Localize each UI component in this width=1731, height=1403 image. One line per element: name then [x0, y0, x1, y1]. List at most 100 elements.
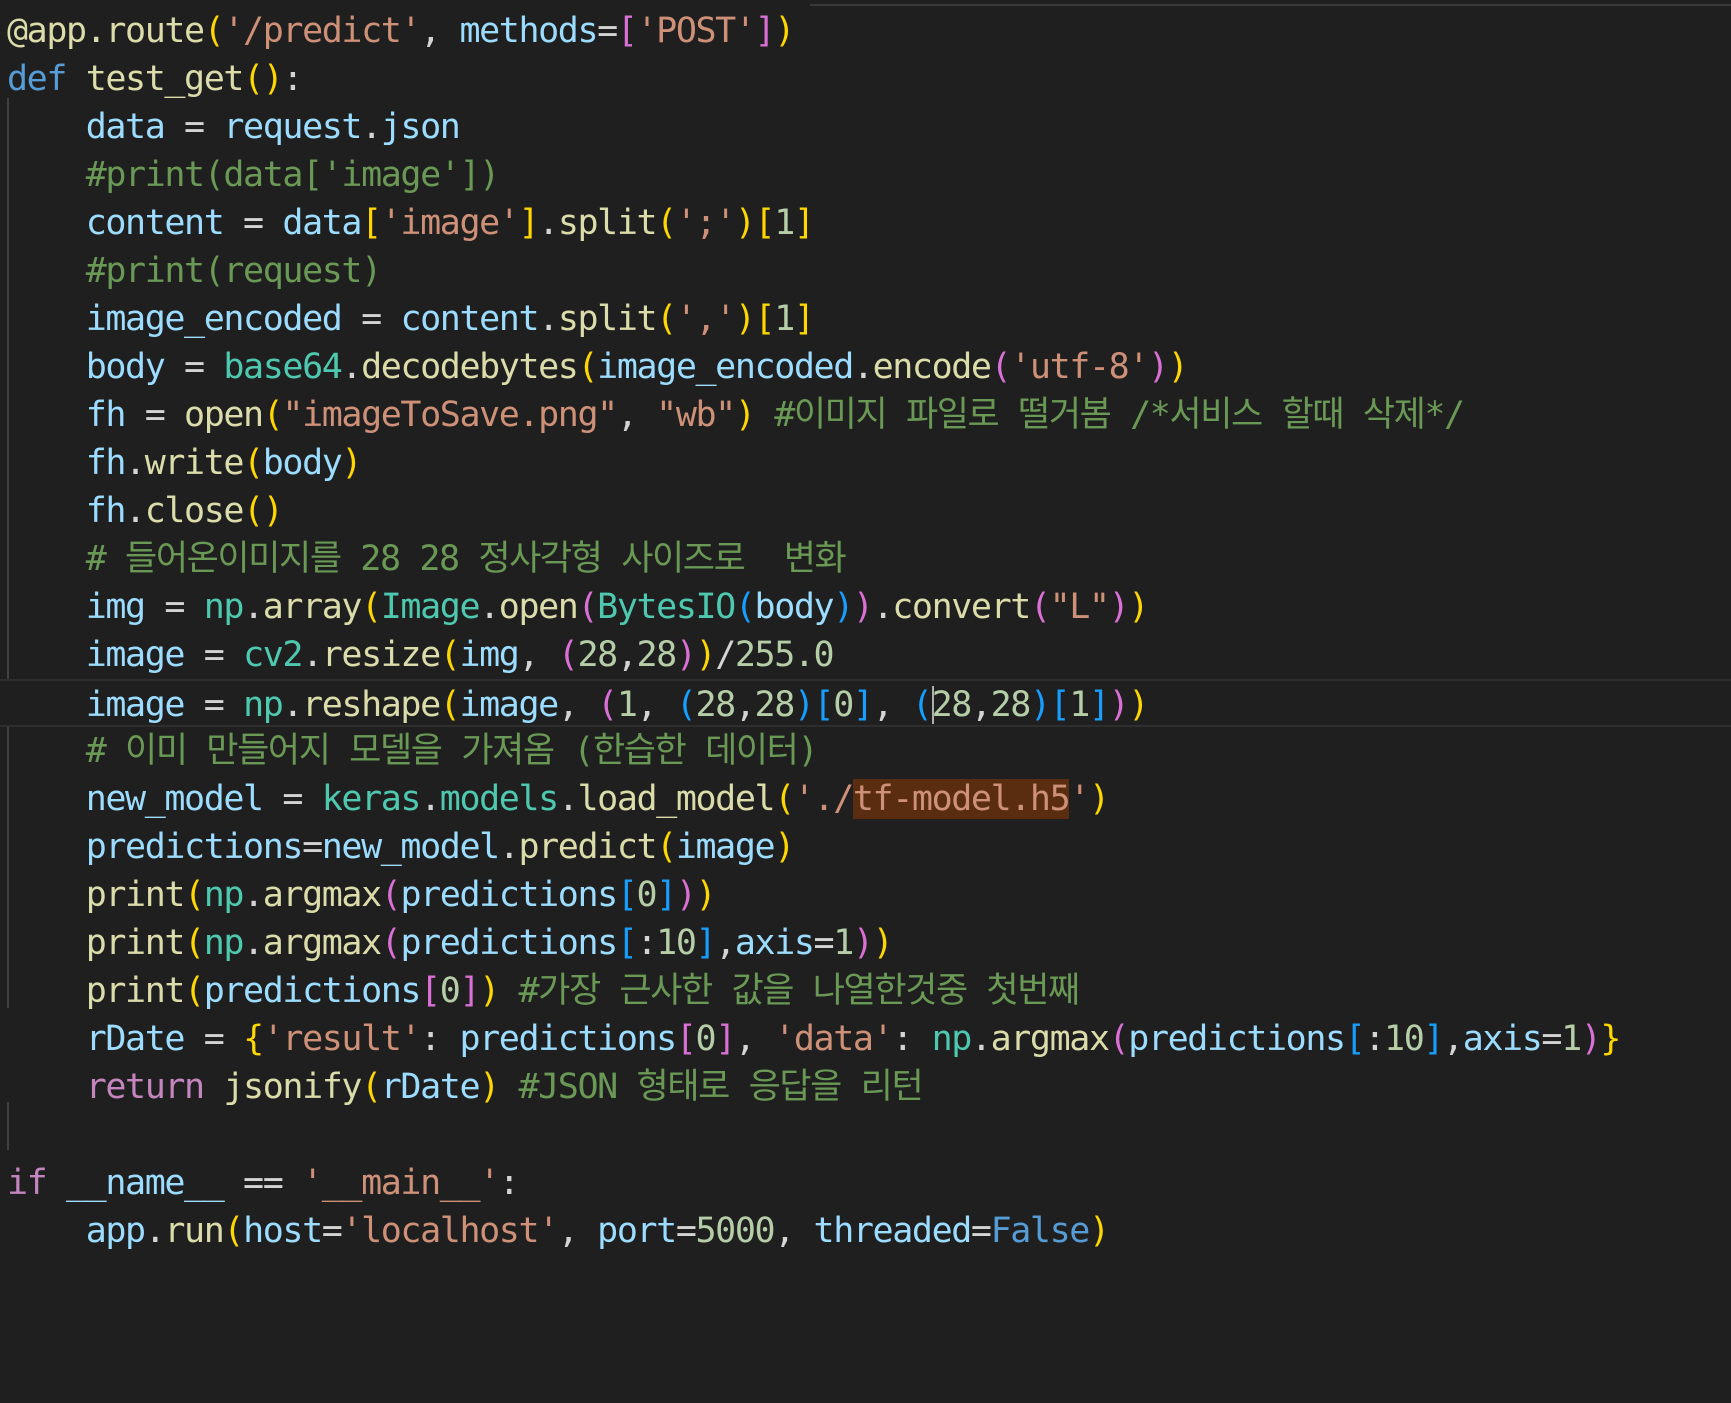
code-token: base64: [223, 347, 342, 387]
code-token: write: [144, 443, 245, 483]
code-token: ]: [793, 203, 815, 243]
code-token: (: [361, 1067, 382, 1107]
code-token: predict: [518, 827, 657, 867]
code-line[interactable]: predictions=new_model.predict(image): [0, 823, 1731, 871]
code-token: ',': [675, 299, 736, 339]
code-token: ]: [715, 1019, 736, 1059]
code-token: ): [793, 685, 815, 725]
code-token: [: [361, 203, 382, 243]
code-line[interactable]: image = np.reshape(image, (1, (28,28)[0]…: [0, 679, 1731, 727]
code-token: img: [85, 587, 146, 627]
code-token: '/predict': [223, 11, 421, 51]
code-line[interactable]: app.run(host='localhost', port=5000, thr…: [0, 1207, 1731, 1255]
code-token: #print(request): [85, 251, 382, 291]
code-token: (: [577, 587, 598, 627]
code-lines[interactable]: @app.route('/predict', methods=['POST'])…: [0, 7, 1731, 1255]
code-line[interactable]: img = np.array(Image.open(BytesIO(body))…: [0, 583, 1731, 631]
code-token: close: [144, 491, 245, 531]
code-token: 28: [695, 685, 737, 725]
code-line[interactable]: # 들어온이미지를 28 28 정사각형 사이즈로 변화: [0, 535, 1731, 583]
code-token: ,: [616, 635, 638, 675]
code-token: fh: [85, 395, 127, 435]
code-line[interactable]: fh = open("imageToSave.png", "wb") #이미지 …: [0, 391, 1731, 439]
code-line[interactable]: fh.close(): [0, 487, 1731, 535]
code-token: 10: [1384, 1019, 1425, 1059]
code-token: threaded: [813, 1211, 973, 1251]
code-token: fh: [85, 443, 127, 483]
code-token: #JSON 형태로 응답을 리턴: [498, 1067, 923, 1107]
code-token: json: [380, 107, 461, 147]
code-token: new_model: [85, 779, 264, 819]
code-token: (: [577, 347, 598, 387]
code-token: ): [774, 11, 795, 51]
code-token: (: [380, 875, 402, 915]
code-token: #print(data['image']): [85, 155, 501, 195]
code-token: [: [420, 971, 441, 1011]
code-token: =: [321, 1211, 343, 1251]
code-token: 1: [774, 203, 795, 243]
code-line[interactable]: #print(request): [0, 247, 1731, 295]
code-token: __name__: [66, 1163, 225, 1203]
code-token: app: [85, 1211, 146, 1251]
code-editor[interactable]: @app.route('/predict', methods=['POST'])…: [0, 0, 1731, 1403]
code-line[interactable]: fh.write(body): [0, 439, 1731, 487]
code-token: ): [1088, 779, 1110, 819]
code-line[interactable]: print(np.argmax(predictions[0])): [0, 871, 1731, 919]
code-line[interactable]: image_encoded = content.split(',')[1]: [0, 295, 1731, 343]
code-line[interactable]: def test_get():: [0, 55, 1731, 103]
code-token: image: [459, 685, 559, 725]
code-token: =: [262, 779, 322, 819]
code-token: =: [164, 347, 224, 387]
code-token: predictions: [1128, 1019, 1346, 1059]
code-line[interactable]: new_model = keras.models.load_model('./t…: [0, 775, 1731, 823]
code-token: port: [597, 1211, 677, 1251]
code-token: =: [184, 685, 244, 725]
code-line[interactable]: return jsonify(rDate) #JSON 형태로 응답을 리턴: [0, 1063, 1731, 1111]
code-line[interactable]: body = base64.decodebytes(image_encoded.…: [0, 343, 1731, 391]
code-token: argmax: [262, 875, 382, 915]
code-line[interactable]: data = request.json: [0, 103, 1731, 151]
code-token: axis: [1462, 1019, 1543, 1059]
code-token: =: [597, 11, 618, 51]
code-line[interactable]: #print(data['image']): [0, 151, 1731, 199]
code-token: (: [1029, 587, 1051, 627]
code-line[interactable]: rDate = {'result': predictions[0], 'data…: [0, 1015, 1731, 1063]
code-token: 1: [1561, 1019, 1582, 1059]
code-token: ,: [734, 685, 756, 725]
code-token: =: [341, 299, 401, 339]
code-token: (: [656, 827, 677, 867]
code-token: =: [302, 827, 323, 867]
code-token: =: [1541, 1019, 1562, 1059]
code-line[interactable]: print(predictions[0]) #가장 근사한 값을 나열한것중 첫…: [0, 967, 1731, 1015]
code-token: 'result': [262, 1019, 422, 1059]
code-token: decodebytes: [361, 347, 579, 387]
code-token: # 들어온이미지를 28 28 정사각형 사이즈로 변화: [85, 539, 847, 579]
code-token: load_model: [577, 779, 775, 819]
code-token: .: [538, 203, 559, 243]
code-line[interactable]: [0, 1111, 1731, 1159]
code-line[interactable]: content = data['image'].split(';')[1]: [0, 199, 1731, 247]
code-token: ,: [557, 685, 598, 725]
code-token: run: [164, 1211, 224, 1251]
code-token: ): [872, 923, 894, 963]
code-token: body: [754, 587, 835, 627]
code-token: image_encoded: [597, 347, 854, 387]
code-line[interactable]: print(np.argmax(predictions[:10],axis=1)…: [0, 919, 1731, 967]
code-token: jsonify: [223, 1067, 362, 1107]
code-token: '__main__': [302, 1163, 500, 1203]
code-token: 5000: [695, 1211, 776, 1251]
code-line[interactable]: image = cv2.resize(img, (28,28))/255.0: [0, 631, 1731, 679]
code-token: keras: [321, 779, 422, 819]
code-line[interactable]: if __name__ == '__main__':: [0, 1159, 1731, 1207]
code-token: ): [1088, 1211, 1110, 1251]
code-token: False: [990, 1211, 1091, 1251]
code-line[interactable]: # 이미 만들어지 모델을 가져옴 (한습한 데이터): [0, 727, 1731, 775]
code-token: np: [243, 685, 284, 725]
code-line[interactable]: @app.route('/predict', methods=['POST']): [0, 7, 1731, 55]
code-token: [: [675, 1019, 697, 1059]
